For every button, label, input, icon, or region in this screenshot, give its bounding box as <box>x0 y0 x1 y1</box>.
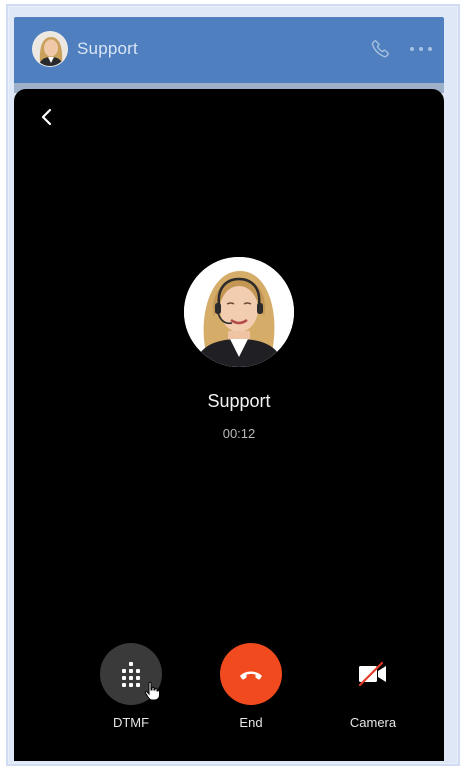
back-button[interactable] <box>36 105 58 129</box>
caller-name: Support <box>207 391 271 411</box>
camera-toggle-button[interactable] <box>342 643 404 705</box>
end-call-control: End <box>206 643 296 730</box>
contact-avatar[interactable] <box>32 31 68 67</box>
end-label: End <box>239 715 263 730</box>
caller-photo <box>184 257 294 367</box>
avatar-image <box>33 32 67 66</box>
dtmf-control: DTMF <box>86 643 176 730</box>
chevron-left-icon <box>41 108 52 126</box>
more-options-button[interactable] <box>406 37 436 61</box>
hand-cursor-icon <box>144 681 160 701</box>
dialpad-icon <box>122 662 140 687</box>
header-title: Support <box>77 39 138 58</box>
call-duration: 00:12 <box>222 426 256 441</box>
dtmf-button[interactable] <box>100 643 162 705</box>
dtmf-label: DTMF <box>112 715 150 730</box>
call-button[interactable] <box>370 37 392 61</box>
phone-icon <box>371 40 389 58</box>
chat-header: Support <box>14 17 444 83</box>
end-call-button[interactable] <box>220 643 282 705</box>
camera-control: Camera <box>328 643 418 730</box>
camera-off-icon <box>358 661 386 687</box>
caller-avatar <box>184 257 294 367</box>
camera-label: Camera <box>349 715 397 730</box>
more-horizontal-icon <box>410 47 432 51</box>
call-screen: Support 00:12 DTMF End Camera <box>14 89 444 761</box>
hang-up-icon <box>240 671 262 680</box>
